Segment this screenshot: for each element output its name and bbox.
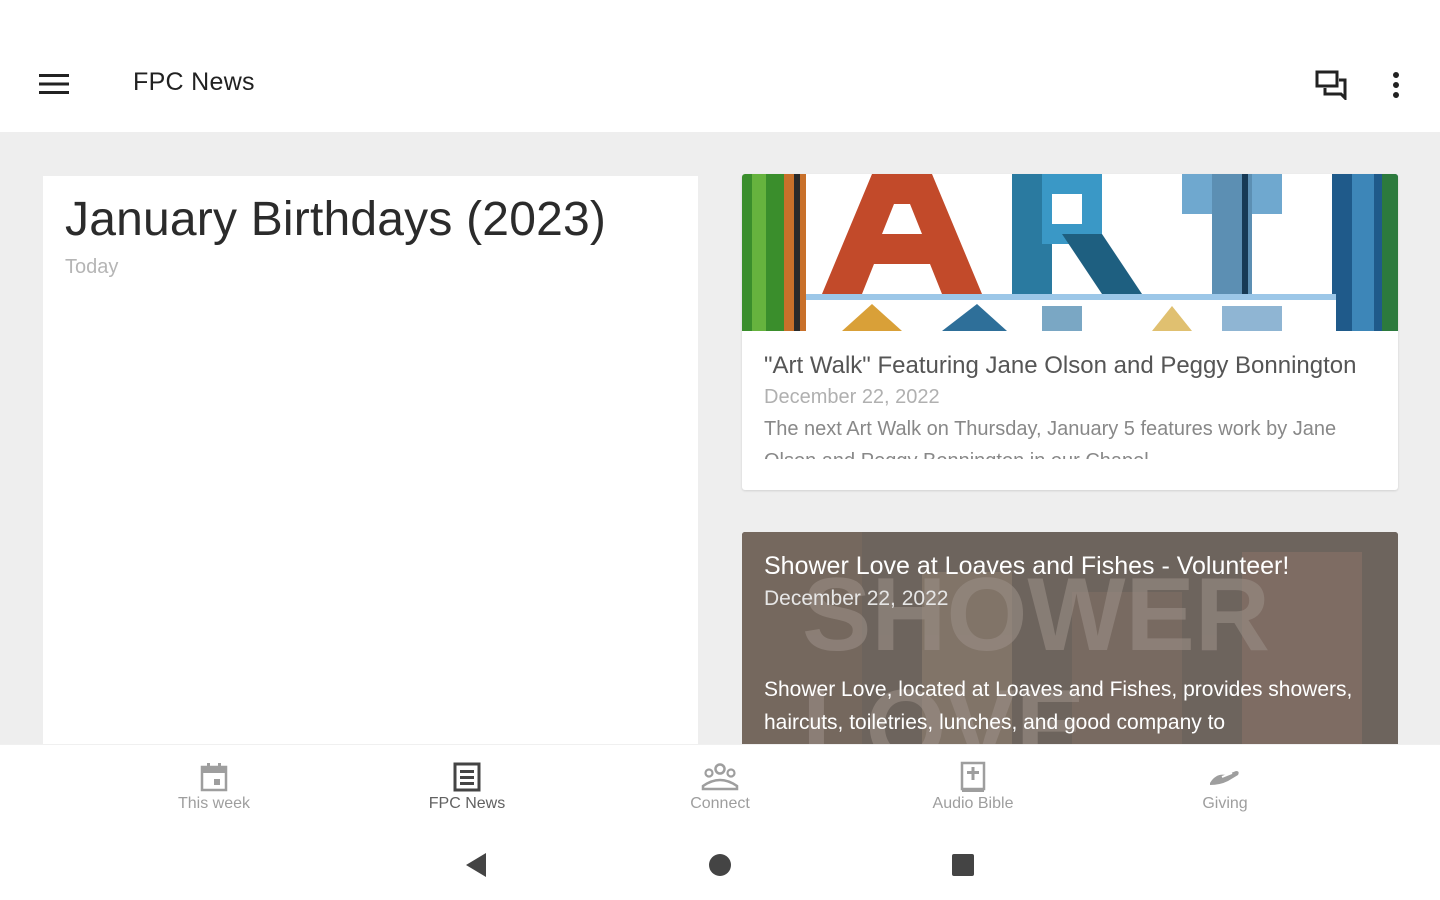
app-bar: FPC News — [0, 0, 1440, 132]
feature-card[interactable]: January Birthdays (2023) Today — [43, 176, 698, 744]
back-triangle-icon[interactable] — [456, 848, 496, 882]
giving-hand-icon — [1208, 761, 1242, 793]
card-date: December 22, 2022 — [764, 587, 949, 610]
nav-item-audio-bible[interactable]: Audio Bible — [893, 745, 1053, 831]
nav-item-this-week[interactable]: This week — [134, 745, 294, 831]
card-excerpt: Shower Love, located at Loaves and Fishe… — [764, 678, 1353, 734]
art-walk-banner-image — [742, 174, 1398, 331]
news-card-shower-love[interactable]: SHOWER LOVE Shower Love at Loaves and Fi… — [742, 532, 1398, 744]
news-feed[interactable]: January Birthdays (2023) Today "Art Walk… — [0, 132, 1440, 744]
news-card-art-walk[interactable]: "Art Walk" Featuring Jane Olson and Pegg… — [742, 174, 1398, 490]
nav-label: Giving — [1202, 795, 1248, 812]
recents-square-icon[interactable] — [943, 848, 983, 882]
chat-bubbles-icon[interactable] — [1306, 62, 1358, 108]
card-title: Shower Love at Loaves and Fishes - Volun… — [764, 552, 1290, 580]
nav-item-connect[interactable]: Connect — [640, 745, 800, 831]
feature-title: January Birthdays (2023) — [65, 193, 607, 246]
page-title: FPC News — [133, 68, 255, 96]
card-excerpt: The next Art Walk on Thursday, January 5… — [764, 418, 1337, 459]
bottom-navigation: This week FPC News Connect Audio Bible G… — [0, 744, 1440, 830]
calendar-icon — [200, 761, 228, 793]
feature-date: Today — [65, 256, 119, 278]
hamburger-menu-icon[interactable] — [30, 62, 78, 106]
home-circle-icon[interactable] — [700, 848, 740, 882]
more-vert-icon[interactable] — [1376, 62, 1416, 108]
news-icon — [453, 761, 481, 793]
nav-label: This week — [177, 795, 251, 812]
system-navigation-bar — [0, 830, 1440, 900]
nav-label: Connect — [690, 795, 750, 812]
nav-label: Audio Bible — [932, 795, 1014, 812]
nav-label: FPC News — [428, 795, 506, 812]
people-icon — [701, 761, 739, 793]
nav-item-giving[interactable]: Giving — [1145, 745, 1305, 831]
card-date: December 22, 2022 — [764, 386, 940, 408]
card-title: "Art Walk" Featuring Jane Olson and Pegg… — [764, 352, 1357, 379]
bible-icon — [959, 761, 987, 793]
nav-item-fpc-news[interactable]: FPC News — [387, 745, 547, 831]
